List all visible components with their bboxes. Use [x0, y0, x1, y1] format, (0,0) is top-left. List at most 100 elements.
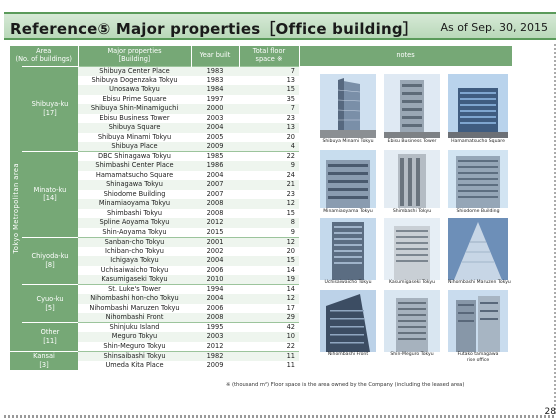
year-header: Year built — [191, 46, 240, 66]
metro-area-cell: Tokyo Metropolitan area — [10, 66, 22, 351]
floor-header: Total floor space ※ — [239, 46, 300, 66]
photo-caption: Hamamatsucho Square — [451, 139, 505, 144]
area-cell-cyuo: Cyuo-ku [5] — [22, 284, 78, 323]
building-photo-hamamatsucho — [448, 74, 508, 138]
floor-space: 9 — [239, 161, 299, 171]
floor-space: 13 — [239, 75, 299, 85]
year-built: 2004 — [191, 123, 239, 133]
area-count: [17] — [43, 108, 57, 117]
property-name: Hamamatsucho Square — [78, 170, 191, 180]
year-built: 2015 — [191, 227, 239, 237]
area-header: Area (No. of buildings) — [10, 46, 79, 66]
year-built: 2002 — [191, 246, 239, 256]
floor-space: 12 — [239, 199, 299, 209]
property-name: Shiodome Building — [78, 189, 191, 199]
floor-space: 19 — [239, 275, 299, 285]
property-name: Unosawa Tokyu — [78, 85, 191, 95]
floor-space: 13 — [239, 123, 299, 133]
property-name: Nihombashi hon-cho Tokyu — [78, 294, 191, 304]
building-photo-nihombashi-maruzen — [448, 218, 508, 280]
year-built: 2003 — [191, 332, 239, 342]
year-built: 1994 — [191, 284, 239, 294]
property-name: DBC Shinagawa Tokyu — [78, 151, 191, 161]
floor-space: 23 — [239, 113, 299, 123]
property-name: Shin-Aoyama Tokyu — [78, 227, 191, 237]
year-built: 2003 — [191, 113, 239, 123]
property-name: Ebisu Prime Square — [78, 94, 191, 104]
photo-caption: Nihombashi Front — [327, 352, 369, 357]
property-name: Shimbashi Tokyu — [78, 208, 191, 218]
property-name: Nihombashi Maruzen Tokyu — [78, 303, 191, 313]
year-built: 2012 — [191, 341, 239, 351]
floor-space: 29 — [239, 313, 299, 323]
year-built: 2007 — [191, 180, 239, 190]
floor-space: 22 — [239, 341, 299, 351]
building-photo-shimbashi — [384, 150, 440, 208]
year-built: 2008 — [191, 313, 239, 323]
year-built: 1982 — [191, 350, 239, 361]
area-cell-chiyoda: Chiyoda-ku [8] — [22, 236, 78, 285]
property-name: St. Luke's Tower — [78, 284, 191, 294]
building-photo-shiodome — [448, 150, 508, 208]
floor-space: 15 — [239, 208, 299, 218]
metro-area-label: Tokyo Metropolitan area — [11, 163, 20, 254]
building-photo-kasumigaseki — [384, 218, 440, 280]
area-name: Shibuya-ku — [31, 100, 69, 109]
floor-space: 15 — [239, 256, 299, 266]
year-built: 2004 — [191, 294, 239, 304]
floor-space: 14 — [239, 265, 299, 275]
table-header-row: Area (No. of buildings) Major properties… — [10, 46, 513, 66]
area-name: Other — [40, 328, 60, 337]
notes-header: notes — [299, 46, 513, 66]
property-header: Major properties ［Building］ — [78, 46, 192, 66]
year-built: 1986 — [191, 161, 239, 171]
area-count: [8] — [45, 260, 55, 269]
floor-space: 35 — [239, 94, 299, 104]
area-name: Minato-ku — [33, 185, 67, 194]
photo-caption: Shiodome Building — [456, 209, 500, 214]
title-bar: Reference⑤ Major properties［Office build… — [4, 12, 556, 40]
building-photo-shibuya-minami — [320, 74, 376, 138]
floor-space: 23 — [239, 189, 299, 199]
year-built: 2006 — [191, 303, 239, 313]
floor-space: 15 — [239, 85, 299, 95]
year-built: 1997 — [191, 94, 239, 104]
year-built: 1995 — [191, 322, 239, 332]
page-title: Reference⑤ Major properties［Office build… — [10, 20, 418, 38]
floor-space: 8 — [239, 218, 299, 228]
notes-photo-panel: Shibuya Minami Tokyu Ebisu Business Towe… — [316, 66, 516, 375]
property-name: Shibuya Shin-Minamiguchi — [78, 104, 191, 114]
floor-space: 14 — [239, 284, 299, 294]
year-built: 2009 — [191, 142, 239, 152]
area-cell-shibuya: Shibuya-ku [17] — [22, 65, 78, 152]
floor-space: 9 — [239, 227, 299, 237]
floor-space: 7 — [239, 65, 299, 76]
photo-caption: rise office — [466, 358, 490, 363]
page-number: 28 — [544, 407, 556, 417]
property-name: Umeda Kita Place — [78, 360, 191, 370]
photo-caption: Nihombashi Maruzen Tokyu — [448, 280, 511, 285]
photo-caption: Minamiaoyama Tokyu — [323, 209, 373, 214]
year-built: 1983 — [191, 65, 239, 76]
footer-divider — [4, 415, 556, 418]
side-divider — [554, 44, 556, 414]
property-header-sub: ［Building］ — [114, 54, 155, 63]
year-built: 1983 — [191, 75, 239, 85]
floor-space: 12 — [239, 294, 299, 304]
property-name: Shinagawa Tokyu — [78, 180, 191, 190]
building-photo-ebisu-business-tower — [384, 74, 440, 138]
property-name: Shin-Meguro Tokyu — [78, 341, 191, 351]
floor-space: 10 — [239, 332, 299, 342]
floor-space: 20 — [239, 246, 299, 256]
floor-space: 11 — [239, 350, 299, 361]
property-name: Nihombashi Front — [78, 313, 191, 323]
floor-space: 22 — [239, 151, 299, 161]
area-cell-kansai: Kansai [3] — [10, 350, 78, 370]
building-photo-futako-tamagawa — [448, 290, 508, 352]
photo-caption: Shimbashi Tokyu — [392, 209, 432, 214]
property-name: Minamiaoyama Tokyu — [78, 199, 191, 209]
as-of-date: As of Sep. 30, 2015 — [440, 21, 548, 34]
area-count: [11] — [43, 336, 57, 345]
property-name: Shinjuku Island — [78, 322, 191, 332]
property-name: Spline Aoyama Tokyu — [78, 218, 191, 228]
